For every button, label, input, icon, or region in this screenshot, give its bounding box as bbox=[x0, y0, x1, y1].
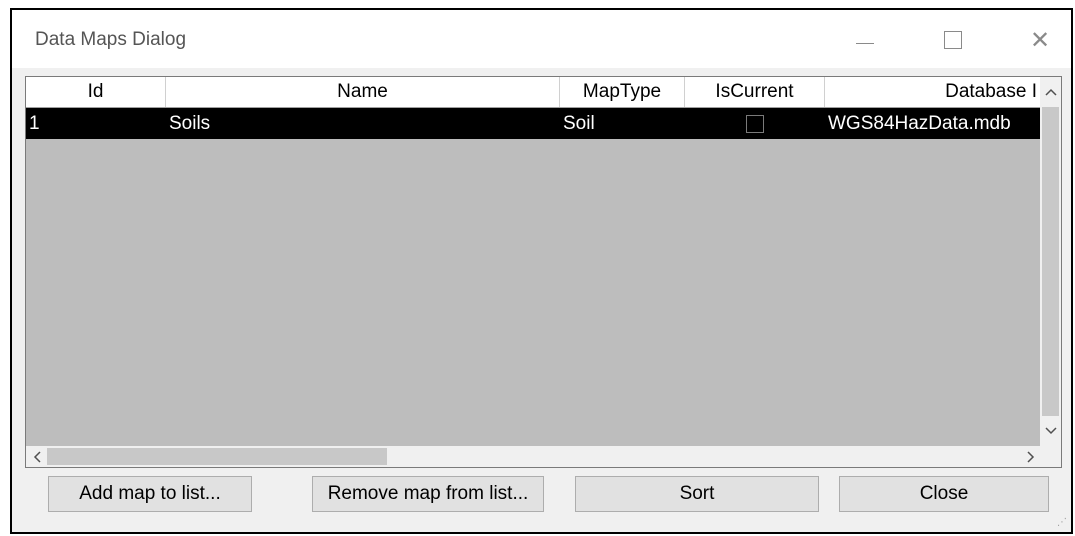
table-row[interactable]: 1 Soils Soil WGS84HazData.mdb bbox=[26, 108, 1041, 139]
horizontal-scroll-thumb[interactable] bbox=[47, 448, 387, 465]
column-header-id[interactable]: Id bbox=[26, 77, 166, 107]
data-maps-grid[interactable]: Id Name MapType IsCurrent Database I 1 S… bbox=[25, 76, 1062, 468]
remove-map-button[interactable]: Remove map from list... bbox=[312, 476, 544, 512]
scroll-left-icon[interactable] bbox=[26, 446, 47, 467]
window-title: Data Maps Dialog bbox=[35, 29, 187, 50]
close-icon: ✕ bbox=[1029, 26, 1051, 54]
cell-id: 1 bbox=[29, 112, 40, 134]
minimize-icon bbox=[856, 42, 874, 44]
close-window-button[interactable]: ✕ bbox=[1017, 18, 1063, 62]
vertical-scroll-thumb[interactable] bbox=[1042, 107, 1059, 416]
title-bar: Data Maps Dialog ✕ bbox=[12, 10, 1071, 68]
scroll-up-icon[interactable] bbox=[1040, 81, 1061, 102]
column-header-name[interactable]: Name bbox=[166, 77, 560, 107]
vertical-scrollbar[interactable] bbox=[1040, 77, 1061, 447]
column-header-iscurrent[interactable]: IsCurrent bbox=[685, 77, 825, 107]
column-header-maptype[interactable]: MapType bbox=[560, 77, 685, 107]
horizontal-scrollbar[interactable] bbox=[26, 446, 1041, 467]
scrollbar-corner bbox=[1040, 446, 1061, 467]
minimize-button[interactable] bbox=[842, 18, 888, 62]
column-header-database[interactable]: Database I bbox=[825, 77, 1041, 107]
grid-header: Id Name MapType IsCurrent Database I bbox=[26, 77, 1041, 108]
data-maps-dialog: Data Maps Dialog ✕ Id Name MapType IsCur… bbox=[10, 8, 1073, 534]
cell-iscurrent bbox=[685, 108, 825, 139]
cell-maptype: Soil bbox=[563, 112, 595, 134]
cell-name: Soils bbox=[169, 112, 211, 134]
add-map-button[interactable]: Add map to list... bbox=[48, 476, 252, 512]
scroll-right-icon[interactable] bbox=[1020, 446, 1041, 467]
sort-button[interactable]: Sort bbox=[575, 476, 819, 512]
resize-grip-icon[interactable]: ⋰ bbox=[1057, 517, 1067, 528]
iscurrent-checkbox[interactable] bbox=[746, 114, 764, 133]
maximize-icon bbox=[944, 31, 962, 49]
maximize-button[interactable] bbox=[930, 18, 976, 62]
scroll-down-icon[interactable] bbox=[1040, 420, 1061, 441]
close-button[interactable]: Close bbox=[839, 476, 1049, 512]
cell-database: WGS84HazData.mdb bbox=[828, 112, 1011, 134]
